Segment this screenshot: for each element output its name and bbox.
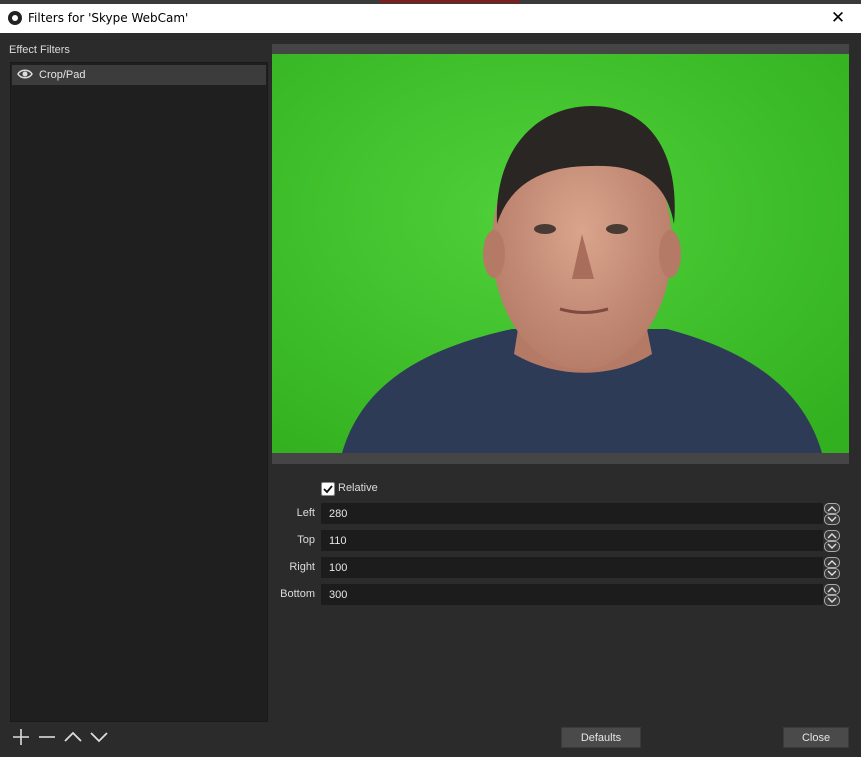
obs-logo-icon xyxy=(8,11,22,25)
top-input[interactable]: 110 xyxy=(321,530,823,551)
eye-icon[interactable] xyxy=(17,68,33,83)
spin-down-icon[interactable] xyxy=(824,541,840,552)
filter-item-crop-pad[interactable]: Crop/Pad xyxy=(12,65,266,85)
preview xyxy=(272,54,849,453)
bottom-spinner[interactable] xyxy=(824,584,840,606)
effect-filters-label: Effect Filters xyxy=(9,44,70,56)
chevron-up-icon[interactable] xyxy=(62,726,84,748)
top-label: Top xyxy=(297,534,315,546)
spin-down-icon[interactable] xyxy=(824,595,840,606)
prop-row-right: Right 100 xyxy=(272,557,842,579)
prop-row-left: Left 280 xyxy=(272,503,842,525)
plus-icon[interactable] xyxy=(10,726,32,748)
close-button[interactable]: Close xyxy=(783,727,849,748)
top-spinner[interactable] xyxy=(824,530,840,552)
prop-row-bottom: Bottom 300 xyxy=(272,584,842,606)
spin-down-icon[interactable] xyxy=(824,568,840,579)
prop-row-top: Top 110 xyxy=(272,530,842,552)
bottom-input[interactable]: 300 xyxy=(321,584,823,605)
webcam-preview-image xyxy=(272,54,849,453)
relative-checkbox[interactable] xyxy=(321,482,335,496)
spin-up-icon[interactable] xyxy=(824,503,840,514)
defaults-button[interactable]: Defaults xyxy=(561,727,641,748)
filter-list[interactable]: Crop/Pad xyxy=(10,62,268,722)
right-input[interactable]: 100 xyxy=(321,557,823,578)
right-label: Right xyxy=(289,561,315,573)
spin-up-icon[interactable] xyxy=(824,530,840,541)
left-input[interactable]: 280 xyxy=(321,503,823,524)
relative-label: Relative xyxy=(338,482,378,494)
chevron-down-icon[interactable] xyxy=(88,726,110,748)
filter-item-label: Crop/Pad xyxy=(39,69,86,81)
right-spinner[interactable] xyxy=(824,557,840,579)
spin-up-icon[interactable] xyxy=(824,584,840,595)
close-icon[interactable]: ✕ xyxy=(815,4,861,33)
spin-down-icon[interactable] xyxy=(824,514,840,525)
title-bar: Filters for 'Skype WebCam' ✕ xyxy=(0,4,861,33)
minus-icon[interactable] xyxy=(36,726,58,748)
left-label: Left xyxy=(296,507,315,519)
desktop-strip-accent xyxy=(380,0,520,3)
window-title: Filters for 'Skype WebCam' xyxy=(28,11,189,25)
bottom-label: Bottom xyxy=(280,588,315,600)
left-spinner[interactable] xyxy=(824,503,840,525)
spin-up-icon[interactable] xyxy=(824,557,840,568)
